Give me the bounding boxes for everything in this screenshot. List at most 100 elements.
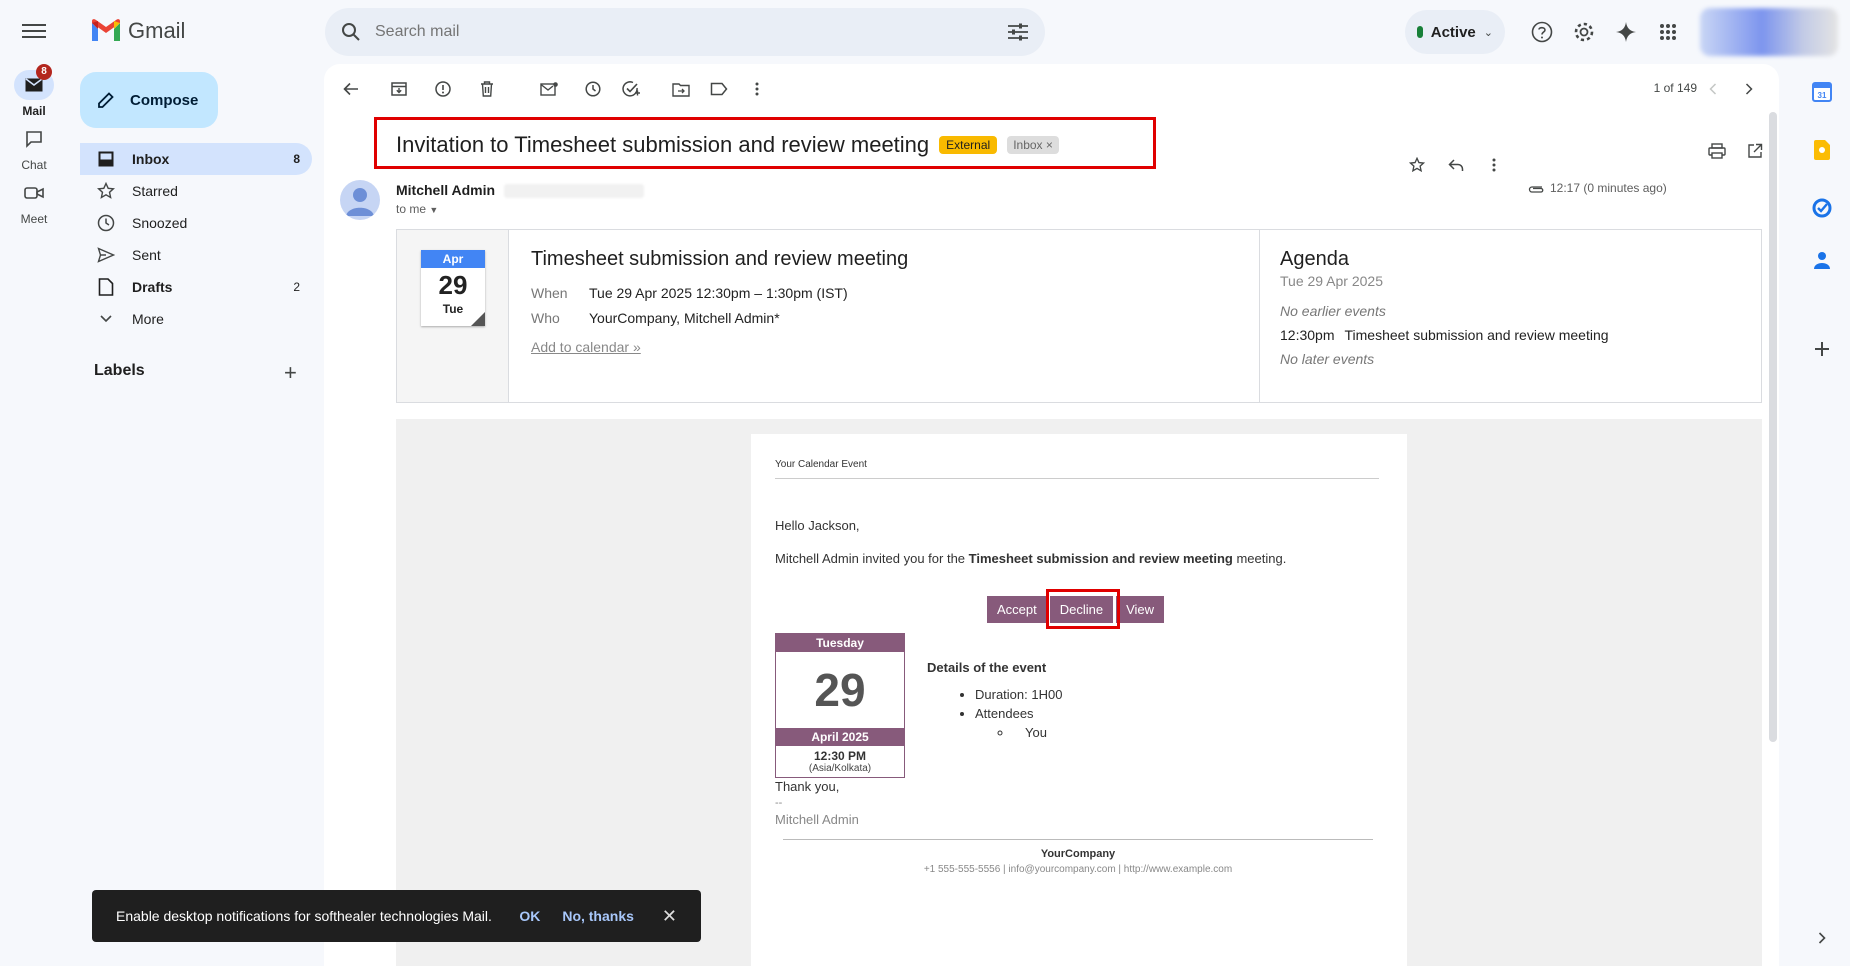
event-card-day: 29 xyxy=(814,664,866,716)
help-icon[interactable] xyxy=(1528,18,1556,46)
calendar-invite-card: Apr 29 Tue Timesheet submission and revi… xyxy=(396,229,1762,403)
footer-company: YourCompany xyxy=(1040,848,1116,860)
compose-label: Compose xyxy=(130,91,199,109)
mark-unread-icon[interactable] xyxy=(538,78,560,100)
accept-button[interactable]: Accept xyxy=(987,596,1047,623)
older-chevron-right-icon[interactable] xyxy=(1738,78,1760,100)
email-invite-line: Mitchell Admin invited you for the Times… xyxy=(775,551,1286,566)
rail-meet[interactable]: Meet xyxy=(0,178,68,226)
message-pane: 1 of 149 Invitation to Timesheet submiss… xyxy=(324,64,1779,966)
add-to-calendar-link[interactable]: Add to calendar » xyxy=(531,339,641,355)
move-to-folder-icon[interactable] xyxy=(670,78,692,100)
settings-gear-icon[interactable] xyxy=(1570,18,1598,46)
event-date-card: Tuesday 29 April 2025 12:30 PM (Asia/Kol… xyxy=(775,633,905,778)
back-arrow-icon[interactable] xyxy=(340,78,362,100)
invite-who-row: Who YourCompany, Mitchell Admin* xyxy=(531,310,908,326)
status-chip[interactable]: Active ⌄ xyxy=(1405,10,1505,54)
google-contacts-icon[interactable] xyxy=(1808,246,1836,274)
compose-button[interactable]: Compose xyxy=(80,72,218,128)
search-bar[interactable] xyxy=(325,8,1045,56)
nav-item-drafts[interactable]: Drafts 2 xyxy=(80,271,312,303)
toast-ok-button[interactable]: OK xyxy=(519,908,540,924)
show-side-panel-chevron-icon[interactable] xyxy=(1808,924,1836,952)
inbox-label-chip[interactable]: Inbox × xyxy=(1007,136,1059,154)
sender-avatar[interactable] xyxy=(340,180,380,220)
add-addon-plus-icon[interactable] xyxy=(1808,335,1836,363)
event-card-month: April 2025 xyxy=(776,728,904,746)
agenda-no-earlier: No earlier events xyxy=(1280,303,1386,319)
nav-item-starred[interactable]: Starred xyxy=(80,175,312,207)
draft-file-icon xyxy=(96,277,116,297)
nav-item-snoozed[interactable]: Snoozed xyxy=(80,207,312,239)
invite-when-value: Tue 29 Apr 2025 12:30pm – 1:30pm (IST) xyxy=(589,285,848,301)
recipients-label: to me xyxy=(396,202,427,216)
newer-chevron-left-icon[interactable] xyxy=(1702,78,1724,100)
nav-label-snoozed: Snoozed xyxy=(132,215,188,231)
print-icon[interactable] xyxy=(1706,140,1728,162)
nav-item-inbox[interactable]: Inbox 8 xyxy=(80,143,312,175)
main-menu-icon[interactable] xyxy=(20,20,48,42)
google-tasks-icon[interactable] xyxy=(1808,194,1836,222)
chevron-down-icon: ⌄ xyxy=(1483,26,1493,39)
event-details-title: Details of the event xyxy=(927,660,1047,675)
email-body: Your Calendar Event Hello Jackson, Mitch… xyxy=(751,434,1407,966)
invite-when-label: When xyxy=(531,285,568,301)
event-attendees-label: Attendees xyxy=(975,706,1034,721)
agenda-event-row[interactable]: 12:30pm Timesheet submission and review … xyxy=(1280,327,1741,343)
label-tag-icon[interactable] xyxy=(708,78,730,100)
recipients-toggle[interactable]: to me ▼ xyxy=(396,202,438,216)
footer-contact[interactable]: +1 555-555-5556 | info@yourcompany.com |… xyxy=(783,864,1373,875)
external-label-chip: External xyxy=(939,136,998,154)
gemini-sparkle-icon[interactable] xyxy=(1612,18,1640,46)
gmail-logo[interactable]: Gmail xyxy=(90,18,185,44)
gmail-logo-text: Gmail xyxy=(128,18,186,43)
caret-down-icon: ▼ xyxy=(429,205,439,215)
archive-icon[interactable] xyxy=(388,78,410,100)
more-vertical-icon[interactable] xyxy=(746,78,768,100)
nav-label-starred: Starred xyxy=(132,183,178,199)
nav-label-inbox: Inbox xyxy=(132,151,170,167)
google-calendar-icon[interactable]: 31 xyxy=(1808,78,1836,106)
nav-label-more: More xyxy=(132,311,164,327)
nav-label-drafts: Drafts xyxy=(132,279,173,295)
toast-no-thanks-button[interactable]: No, thanks xyxy=(562,908,634,924)
search-icon[interactable] xyxy=(341,22,361,42)
reply-icon[interactable] xyxy=(1445,154,1467,176)
event-attendees-item: Attendees You xyxy=(975,706,1062,740)
search-options-icon[interactable] xyxy=(1007,22,1029,42)
invite-line-suffix: meeting. xyxy=(1232,551,1287,566)
left-rail: 8 Mail Chat Meet xyxy=(0,0,68,966)
trash-icon[interactable] xyxy=(476,78,498,100)
page-fold-icon xyxy=(471,312,485,326)
apps-grid-icon[interactable] xyxy=(1654,18,1682,46)
search-input[interactable] xyxy=(375,23,1007,41)
snooze-clock-icon[interactable] xyxy=(582,78,604,100)
close-icon[interactable]: ✕ xyxy=(662,906,677,927)
view-button[interactable]: View xyxy=(1116,596,1165,623)
agenda-title: Agenda xyxy=(1280,248,1349,270)
nav-label-sent: Sent xyxy=(132,247,161,263)
star-message-icon[interactable] xyxy=(1406,154,1428,176)
signature-separator: -- xyxy=(775,797,783,809)
report-spam-icon[interactable] xyxy=(432,78,454,100)
account-avatar[interactable] xyxy=(1700,8,1838,56)
invite-details: Timesheet submission and review meeting … xyxy=(531,248,908,355)
mail-icon: 8 xyxy=(14,64,54,100)
attendee-list: You xyxy=(1013,725,1062,740)
rail-mail[interactable]: 8 Mail xyxy=(0,64,68,118)
svg-text:31: 31 xyxy=(1818,91,1827,100)
toast-message: Enable desktop notifications for softhea… xyxy=(116,908,492,924)
add-label-icon[interactable]: + xyxy=(284,360,297,386)
rail-chat[interactable]: Chat xyxy=(0,124,68,172)
message-more-vertical-icon[interactable] xyxy=(1483,154,1505,176)
add-task-icon[interactable] xyxy=(620,78,642,100)
scrollbar-thumb[interactable] xyxy=(1769,112,1777,742)
message-subject-row: Invitation to Timesheet submission and r… xyxy=(396,132,1059,158)
nav-item-sent[interactable]: Sent xyxy=(80,239,312,271)
invite-line-prefix: Mitchell Admin invited you for the xyxy=(775,551,969,566)
google-keep-icon[interactable] xyxy=(1808,136,1836,164)
sender-name[interactable]: Mitchell Admin xyxy=(396,182,495,198)
open-new-window-icon[interactable] xyxy=(1744,140,1766,162)
nav-item-more[interactable]: More xyxy=(80,303,312,335)
remove-label-icon[interactable]: × xyxy=(1046,138,1053,152)
